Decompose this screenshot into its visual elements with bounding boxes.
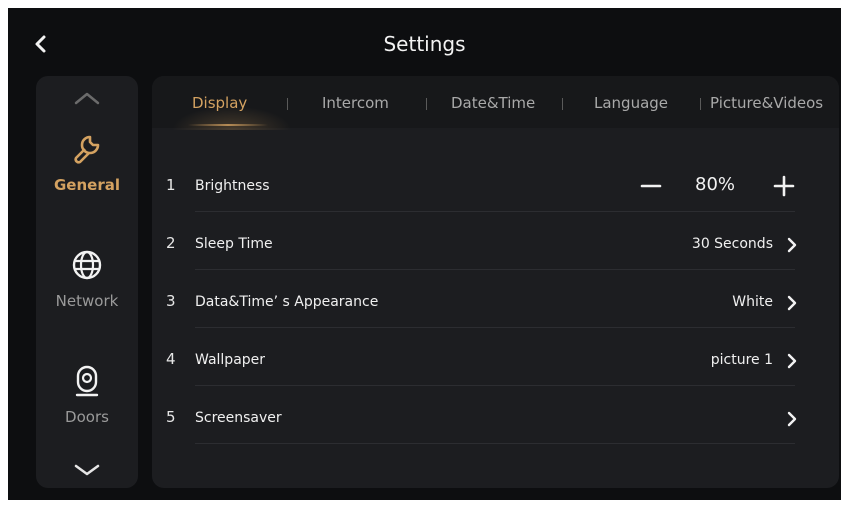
tab-separator	[287, 98, 288, 110]
row-label: Data&Time’ s Appearance	[195, 294, 379, 310]
sidebar-item-general[interactable]: General	[36, 132, 138, 194]
row-label: Wallpaper	[195, 352, 266, 368]
tab-bar: Display Intercom Date&Time Language Pict…	[152, 76, 839, 130]
setting-row-wallpaper[interactable]: 4 Wallpaper picture 1	[152, 328, 839, 386]
sidebar-item-doors[interactable]: Doors	[36, 364, 138, 426]
scroll-up-chevron-icon[interactable]	[72, 90, 102, 106]
tab-date-time[interactable]: Date&Time	[451, 94, 535, 112]
row-number: 1	[166, 176, 176, 194]
row-label: Screensaver	[195, 410, 282, 426]
row-value: picture 1	[710, 352, 773, 368]
row-value: White	[732, 294, 773, 310]
row-value: 30 Seconds	[691, 236, 773, 252]
setting-row-brightness: 1 Brightness 80%	[152, 154, 839, 212]
tab-display[interactable]: Display	[192, 94, 247, 112]
settings-panel: Display Intercom Date&Time Language Pict…	[152, 76, 839, 488]
row-number: 2	[166, 234, 176, 252]
row-divider	[195, 443, 795, 444]
row-number: 4	[166, 350, 176, 368]
setting-row-screensaver[interactable]: 5 Screensaver	[152, 386, 839, 444]
settings-screen: Settings General Network Doors Display I…	[8, 8, 841, 500]
tab-intercom[interactable]: Intercom	[322, 94, 389, 112]
page-title: Settings	[383, 32, 466, 56]
top-bar: Settings	[8, 8, 841, 74]
chevron-right-icon	[787, 411, 797, 427]
tab-picture-videos[interactable]: Picture&Videos	[710, 94, 823, 112]
chevron-right-icon	[787, 353, 797, 369]
globe-icon	[72, 250, 102, 280]
sidebar-item-label: Network	[55, 292, 119, 310]
brightness-value: 80%	[695, 174, 736, 195]
brightness-minus-icon[interactable]	[639, 174, 663, 198]
setting-row-datetime-appearance[interactable]: 3 Data&Time’ s Appearance White	[152, 270, 839, 328]
door-camera-icon	[75, 365, 99, 397]
row-label: Sleep Time	[195, 236, 273, 252]
scroll-down-chevron-icon[interactable]	[72, 462, 102, 478]
sidebar: General Network Doors	[36, 76, 138, 488]
wrench-icon	[74, 135, 100, 164]
sidebar-item-network[interactable]: Network	[36, 248, 138, 310]
row-number: 5	[166, 408, 176, 426]
sidebar-item-label: Doors	[65, 408, 109, 426]
tab-separator	[426, 98, 427, 110]
row-label: Brightness	[195, 178, 270, 194]
chevron-right-icon	[787, 295, 797, 311]
active-tab-indicator	[188, 124, 268, 126]
setting-row-sleep-time[interactable]: 2 Sleep Time 30 Seconds	[152, 212, 839, 270]
chevron-right-icon	[787, 237, 797, 253]
tab-separator	[562, 98, 563, 110]
brightness-plus-icon[interactable]	[772, 174, 796, 198]
sidebar-item-label: General	[54, 176, 120, 194]
tab-separator	[700, 98, 701, 110]
tab-language[interactable]: Language	[594, 94, 668, 112]
row-number: 3	[166, 292, 176, 310]
